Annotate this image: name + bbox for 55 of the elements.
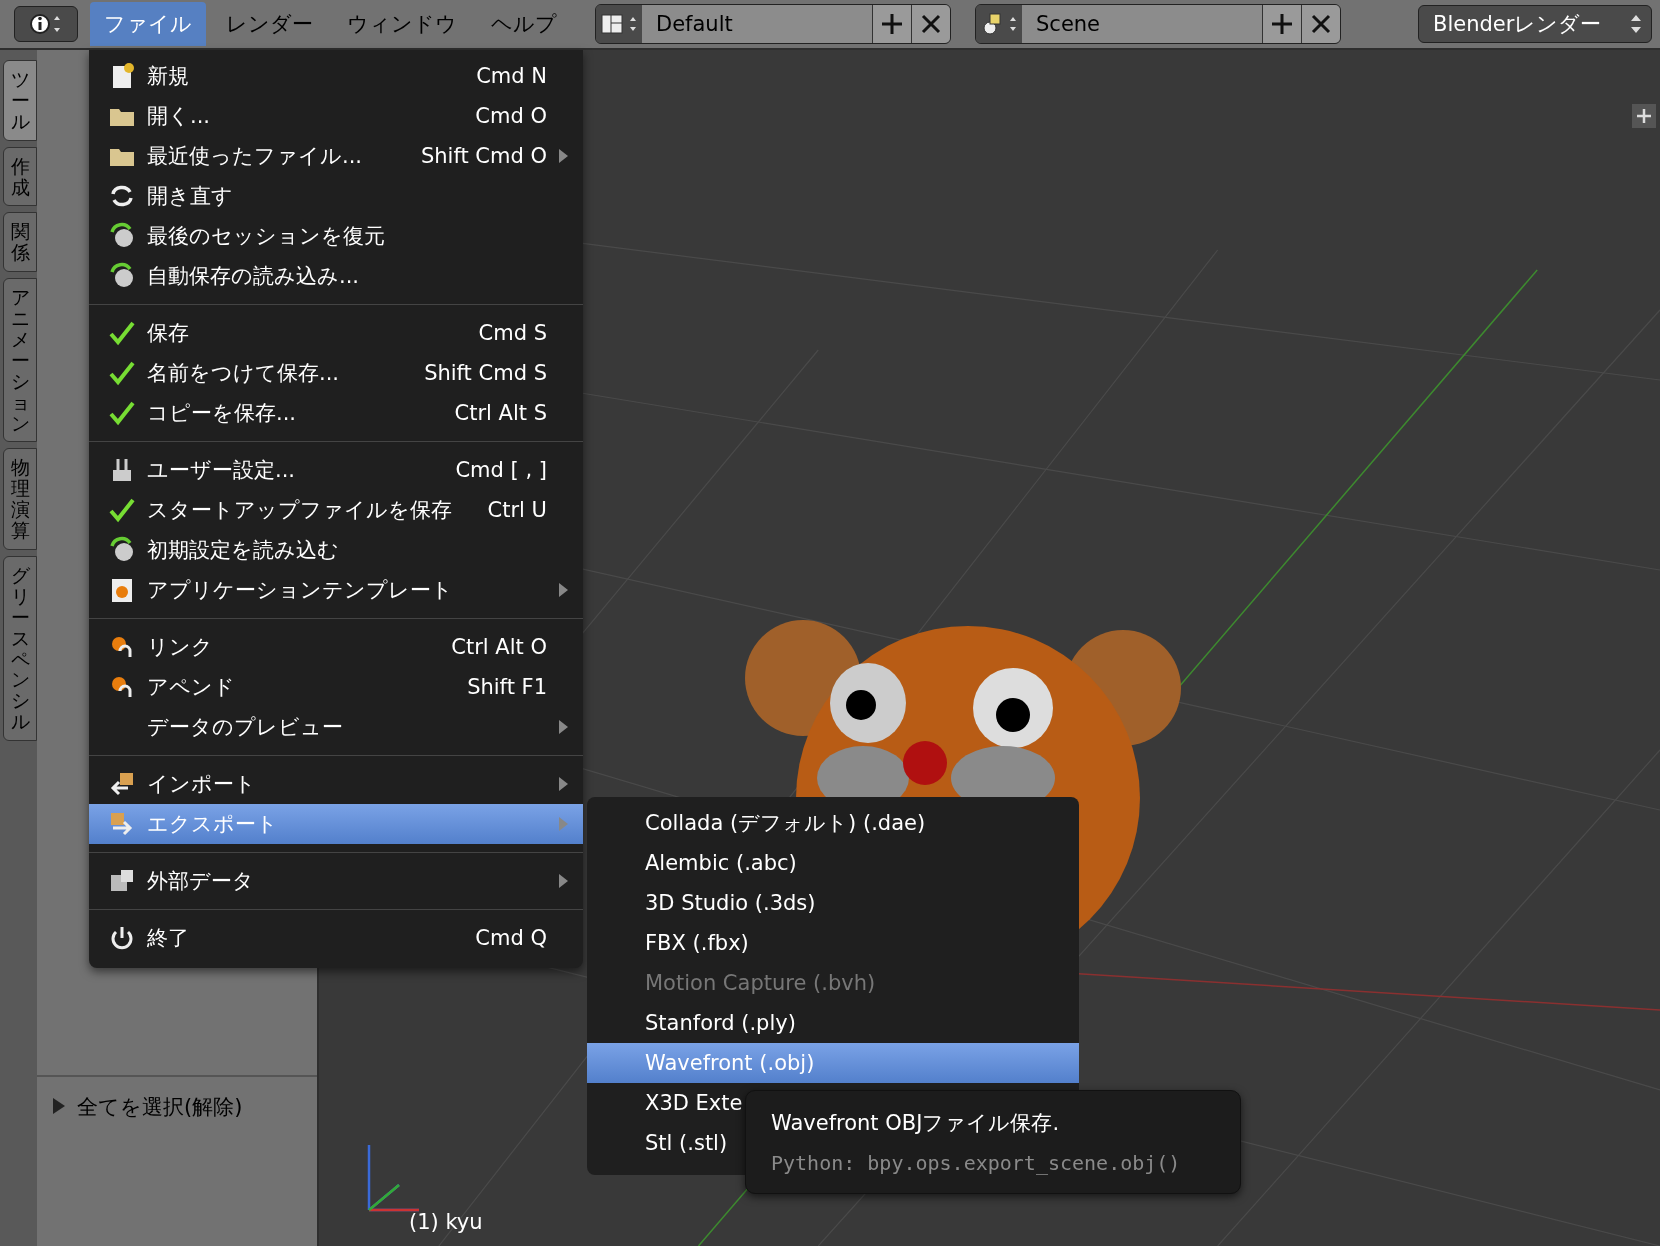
- frame-object-label: (1) kyu: [409, 1210, 483, 1234]
- menu-item[interactable]: FBX (.fbx): [587, 923, 1079, 963]
- check-icon: [108, 359, 136, 387]
- submenu-arrow-icon: [557, 815, 569, 833]
- menu-tab[interactable]: ファイル: [90, 2, 206, 46]
- menu-item[interactable]: 3D Studio (.3ds): [587, 883, 1079, 923]
- shortcut-label: Shift Cmd S: [424, 361, 547, 385]
- submenu-arrow-icon: [557, 581, 569, 599]
- check-icon: [108, 496, 136, 524]
- scene-icon: [976, 5, 1022, 43]
- shortcut-label: Ctrl U: [487, 498, 547, 522]
- menu-item[interactable]: Alembic (.abc): [587, 843, 1079, 883]
- plus-icon[interactable]: [1632, 104, 1656, 128]
- tooltip-title: Wavefront OBJファイル保存.: [771, 1110, 1061, 1137]
- menu-tab[interactable]: ウィンドウ: [333, 2, 471, 46]
- scene-name: Scene: [1022, 5, 1262, 43]
- info-editor-button[interactable]: [14, 6, 78, 42]
- tool-tab[interactable]: 物理演算: [3, 448, 37, 551]
- close-icon[interactable]: [911, 5, 950, 43]
- shortcut-label: Cmd Q: [475, 926, 547, 950]
- menu-item[interactable]: Stanford (.ply): [587, 1003, 1079, 1043]
- tool-tab[interactable]: グリースペンシル: [3, 556, 37, 742]
- shortcut-label: Shift F1: [467, 675, 547, 699]
- shortcut-label: Cmd N: [476, 64, 547, 88]
- layout-name: Default: [642, 5, 872, 43]
- operator-panel-title[interactable]: 全てを選択(解除): [77, 1093, 243, 1121]
- check-icon: [108, 399, 136, 427]
- shortcut-label: Cmd S: [478, 321, 547, 345]
- check-icon: [108, 319, 136, 347]
- add-icon[interactable]: [1262, 5, 1301, 43]
- tool-tab[interactable]: アニメーション: [3, 278, 37, 443]
- submenu-arrow-icon: [557, 775, 569, 793]
- tool-tab[interactable]: ツール: [3, 60, 37, 141]
- layout-icon: [596, 5, 642, 43]
- tool-tab[interactable]: 作成: [3, 146, 37, 207]
- menu-tab[interactable]: ヘルプ: [477, 2, 571, 46]
- shortcut-label: Shift Cmd O: [420, 144, 547, 168]
- python-path: Python: bpy.ops.export_scene.obj(): [771, 1151, 1182, 1175]
- tool-tab[interactable]: 関係: [3, 212, 37, 273]
- render-engine-dropdown[interactable]: Blenderレンダー: [1418, 5, 1652, 43]
- submenu-arrow-icon: [557, 147, 569, 165]
- import-arrow-icon: [108, 770, 136, 798]
- submenu-arrow-icon: [557, 718, 569, 736]
- shortcut-label: Ctrl Alt O: [451, 635, 547, 659]
- menu-tab[interactable]: レンダー: [212, 2, 327, 46]
- shortcut-label: Cmd [ , ]: [455, 458, 547, 482]
- shortcut-label: Cmd O: [475, 104, 547, 128]
- shortcut-label: Ctrl Alt S: [454, 401, 547, 425]
- collapsed-triangle-icon[interactable]: [53, 1098, 65, 1114]
- scene-selector[interactable]: Scene: [975, 4, 1341, 44]
- add-icon[interactable]: [872, 5, 911, 43]
- submenu-arrow-icon: [557, 872, 569, 890]
- menu-item[interactable]: Collada (デフォルト) (.dae): [587, 803, 1079, 843]
- close-icon[interactable]: [1301, 5, 1340, 43]
- layout-selector[interactable]: Default: [595, 4, 951, 44]
